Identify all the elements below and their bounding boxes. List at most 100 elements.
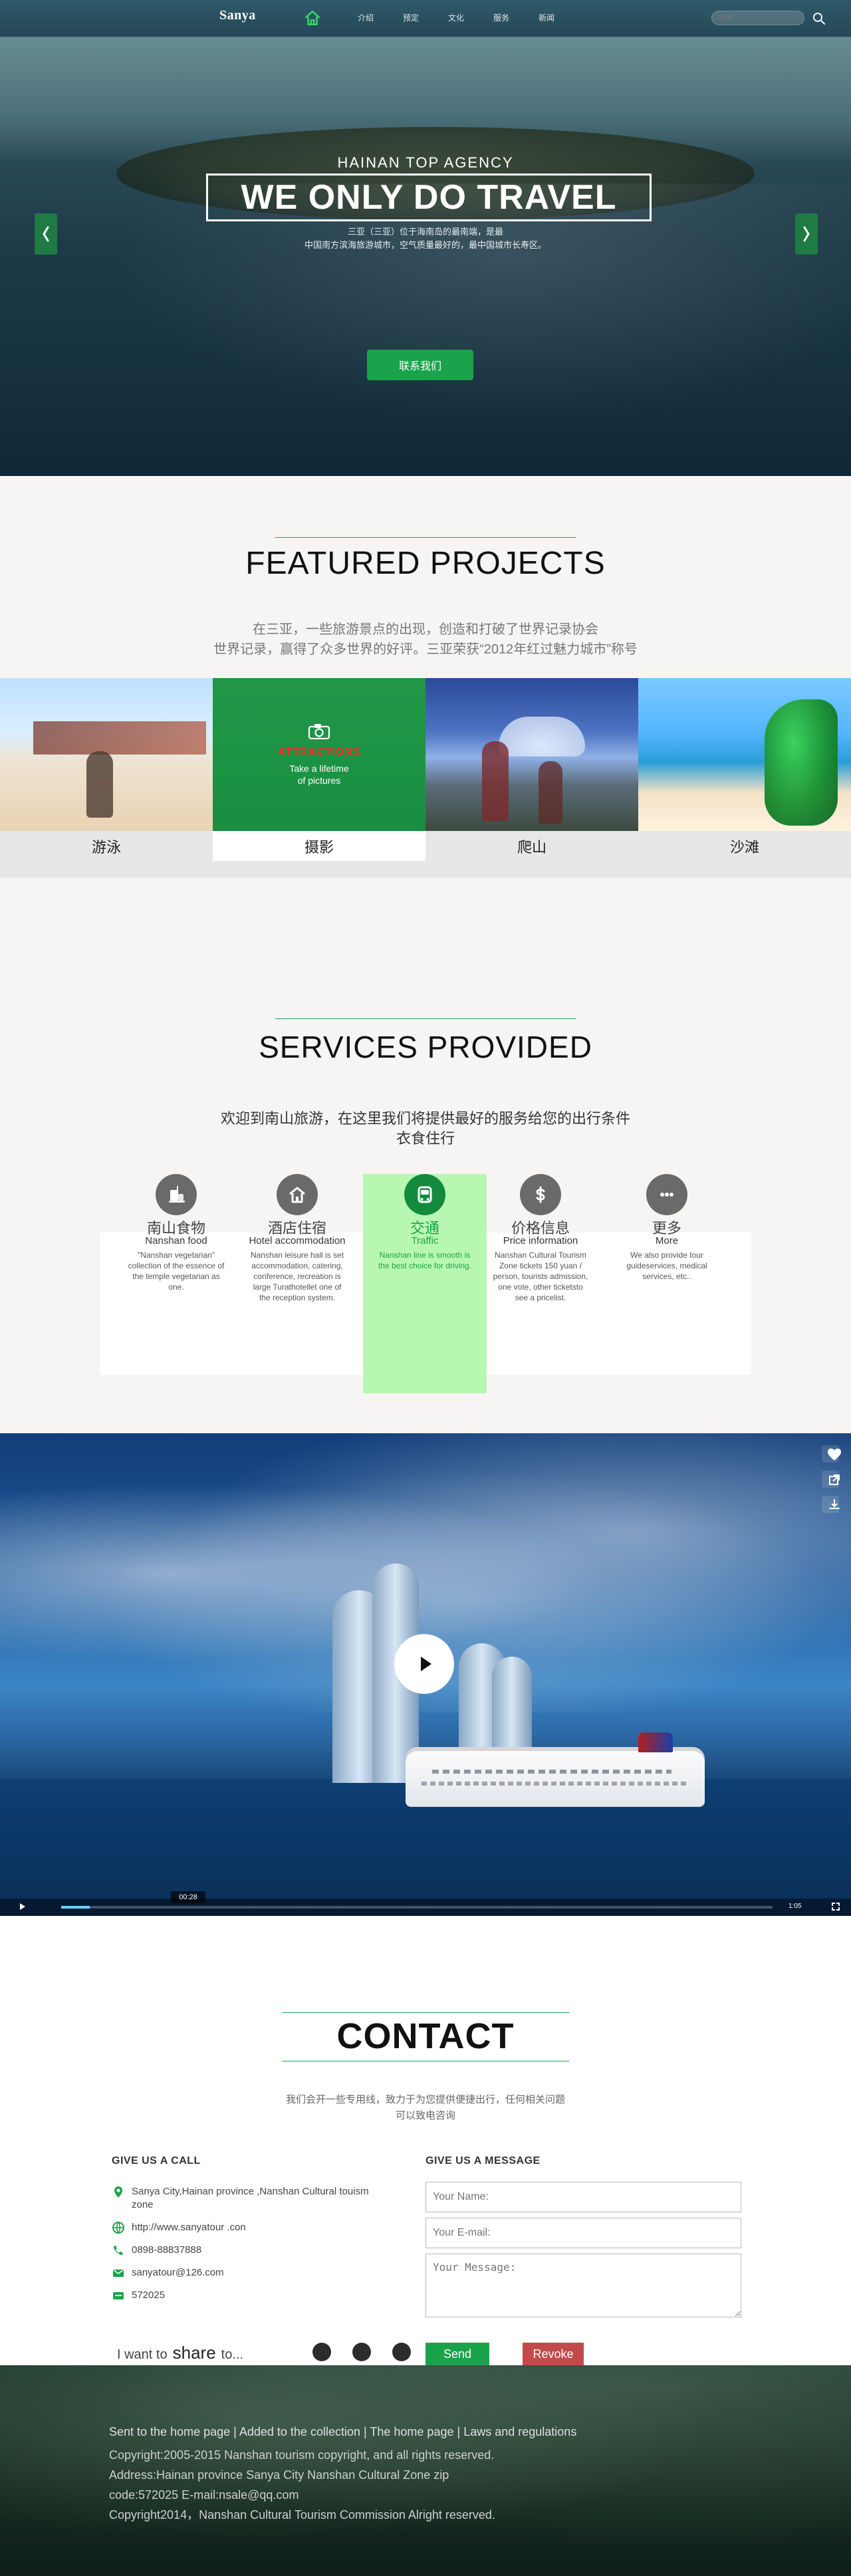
- play-icon: [421, 1657, 431, 1671]
- control-play-button[interactable]: [12, 1899, 32, 1916]
- footer-link-home[interactable]: Sent to the home page: [109, 2425, 230, 2438]
- fullscreen-icon: [832, 1902, 840, 1911]
- dollar-icon: [536, 1186, 545, 1203]
- send-button[interactable]: Send: [426, 2343, 489, 2365]
- download-button[interactable]: [822, 1496, 840, 1513]
- services-section: SERVICES PROVIDED 欢迎到南山旅游，在这里我们将提供最好的服务给…: [0, 955, 851, 1433]
- share-strong: share: [172, 2343, 216, 2363]
- name-input[interactable]: [426, 2182, 741, 2212]
- hotel-icon: [277, 1174, 318, 1215]
- message-textarea[interactable]: [426, 2254, 741, 2317]
- footer-line-3: code:572025 E-mail:nsale@qq.com: [109, 2488, 299, 2502]
- service-food[interactable]: 南山食物 Nanshan food "Nanshan vegetarian" c…: [114, 1174, 238, 1393]
- service-hotel[interactable]: 酒店住宿 Hotel accommodation Nanshan leisure…: [235, 1174, 359, 1393]
- external-link-icon: [829, 1474, 840, 1485]
- photography-overlay-text-line-2: of pictures: [297, 775, 341, 786]
- photography-overlay-text-line-1: Take a lifetime: [289, 763, 349, 774]
- address-text: Sanya City,Hainan province ,Nanshan Cult…: [132, 2186, 369, 2210]
- featured-subtitle-line-1: 在三亚，一些旅游景点的出现，创造和打破了世界记录协会: [253, 622, 598, 637]
- share-suffix: to...: [221, 2347, 244, 2362]
- service-more-en: More: [655, 1235, 679, 1246]
- footer-link-laws[interactable]: Laws and regulations: [463, 2425, 576, 2438]
- contact-us-button[interactable]: 联系我们: [367, 350, 473, 380]
- nav-item-service[interactable]: 服务: [493, 12, 509, 23]
- revoke-button[interactable]: Revoke: [523, 2343, 584, 2365]
- fullscreen-button[interactable]: [826, 1899, 846, 1916]
- traffic-icon: [404, 1174, 445, 1215]
- email-row: sanyatour@126.com: [112, 2266, 391, 2280]
- service-traffic[interactable]: 交通 Traffic Nanshan line is smooth is the…: [363, 1174, 487, 1393]
- service-more[interactable]: 更多 More We also provide tour guideservic…: [605, 1174, 729, 1393]
- nav-item-culture[interactable]: 文化: [448, 12, 464, 23]
- house-icon: [289, 1187, 305, 1203]
- service-traffic-desc: Nanshan line is smooth is the best choic…: [378, 1250, 472, 1270]
- featured-subtitle: 在三亚，一些旅游景点的出现，创造和打破了世界记录协会 世界记录，赢得了众多世界的…: [0, 620, 851, 659]
- ellipsis-icon: [660, 1193, 673, 1197]
- service-more-desc: We also provide tour guideservices, medi…: [626, 1250, 707, 1281]
- globe-icon: [112, 2222, 124, 2234]
- featured-title: FEATURED PROJECTS: [245, 546, 606, 581]
- share-button[interactable]: [822, 1470, 840, 1488]
- video-timeline-progress: [61, 1906, 90, 1909]
- more-icon: [646, 1174, 687, 1215]
- featured-projects-section: FEATURED PROJECTS 在三亚，一些旅游景点的出现，创造和打破了世界…: [0, 476, 851, 1140]
- services-title: SERVICES PROVIDED: [259, 1030, 592, 1064]
- postal-code-icon: [113, 2292, 124, 2299]
- message-title: GIVE US A MESSAGE: [426, 2155, 541, 2166]
- contact-info: Sanya City,Hainan province ,Nanshan Cult…: [112, 2185, 391, 2311]
- food-icon: [156, 1174, 197, 1215]
- email-text[interactable]: sanyatour@126.com: [132, 2266, 224, 2280]
- favorite-button[interactable]: [822, 1445, 841, 1463]
- share-prefix: I want to: [117, 2347, 168, 2362]
- project-card-hiking[interactable]: 爬山: [426, 678, 638, 861]
- website-row: http://www.sanyatour .con: [112, 2221, 391, 2234]
- website-link[interactable]: http://www.sanyatour .con: [132, 2221, 246, 2234]
- video-timeline[interactable]: 00:28: [61, 1891, 773, 1909]
- social-wechat-icon[interactable]: [352, 2343, 371, 2361]
- mail-icon: [113, 2270, 124, 2277]
- price-icon: [520, 1174, 561, 1215]
- phone-text[interactable]: 0898-88837888: [132, 2244, 201, 2257]
- camera-icon: [308, 724, 330, 740]
- search-input[interactable]: [711, 11, 804, 25]
- service-hotel-desc: Nanshan leisure hall is set accommodatio…: [250, 1250, 344, 1302]
- footer-link-collection[interactable]: Added to the collection: [239, 2425, 360, 2438]
- project-image-hiking: [426, 678, 638, 831]
- play-small-icon: [20, 1903, 25, 1910]
- footer-link-homepage[interactable]: The home page: [370, 2425, 453, 2438]
- hero-subtitle: 三亚（三亚）位于海南岛的最南端，是最 中国南方滨海旅游城市，空气质量最好的，最中…: [0, 225, 851, 252]
- project-label-beach: 沙滩: [729, 838, 759, 856]
- service-food-desc: "Nanshan vegetarian" collection of the e…: [128, 1250, 225, 1292]
- email-input[interactable]: [426, 2218, 741, 2248]
- hero-subtitle-line-2: 中国南方滨海旅游城市，空气质量最好的，最中国城市长寿区。: [304, 240, 547, 250]
- nav-links: 介绍 预定 文化 服务 新闻: [358, 12, 554, 23]
- social-other-icon[interactable]: [392, 2343, 411, 2361]
- home-button[interactable]: [303, 8, 322, 28]
- project-card-swimming[interactable]: 游泳: [0, 678, 213, 861]
- call-title: GIVE US A CALL: [112, 2155, 201, 2166]
- project-card-photography[interactable]: ATTRACTIONS Take a lifetime of pictures …: [213, 678, 426, 861]
- contact-subtitle: 我们会开一些专用线，致力于为您提供便捷出行，任何相关问题 可以致电咨询: [0, 2092, 851, 2124]
- footer-sep-1: |: [233, 2425, 237, 2438]
- service-price-desc: Nanshan Cultural Tourism Zone tickets 15…: [493, 1250, 588, 1302]
- download-icon: [829, 1499, 840, 1509]
- service-price[interactable]: 价格信息 Price information Nanshan Cultural …: [479, 1174, 602, 1393]
- nav-item-news[interactable]: 新闻: [539, 12, 554, 23]
- services-subtitle: 欢迎到南山旅游，在这里我们将提供最好的服务给您的出行条件 衣食住行: [0, 1109, 851, 1149]
- site-footer: Sent to the home page | Added to the col…: [0, 2365, 851, 2576]
- contact-subtitle-line-2: 可以致电咨询: [395, 2110, 455, 2121]
- hero-subtitle-line-1: 三亚（三亚）位于海南岛的最南端，是最: [347, 227, 503, 237]
- search-button[interactable]: [811, 11, 827, 27]
- featured-rule: [275, 537, 576, 538]
- project-card-beach[interactable]: 沙滩: [638, 678, 851, 861]
- footer-sep-2: |: [364, 2425, 367, 2438]
- site-logo[interactable]: Sanya: [219, 8, 256, 23]
- service-price-en: Price information: [503, 1235, 578, 1246]
- social-weibo-icon[interactable]: [312, 2343, 331, 2361]
- services-subtitle-line-1: 欢迎到南山旅游，在这里我们将提供最好的服务给您的出行条件: [220, 1110, 630, 1127]
- video-play-button[interactable]: [394, 1634, 454, 1694]
- nav-item-intro[interactable]: 介绍: [358, 12, 374, 23]
- video-cruise-ship: [406, 1732, 705, 1807]
- project-label-hiking: 爬山: [517, 838, 547, 856]
- nav-item-booking[interactable]: 预定: [403, 12, 419, 23]
